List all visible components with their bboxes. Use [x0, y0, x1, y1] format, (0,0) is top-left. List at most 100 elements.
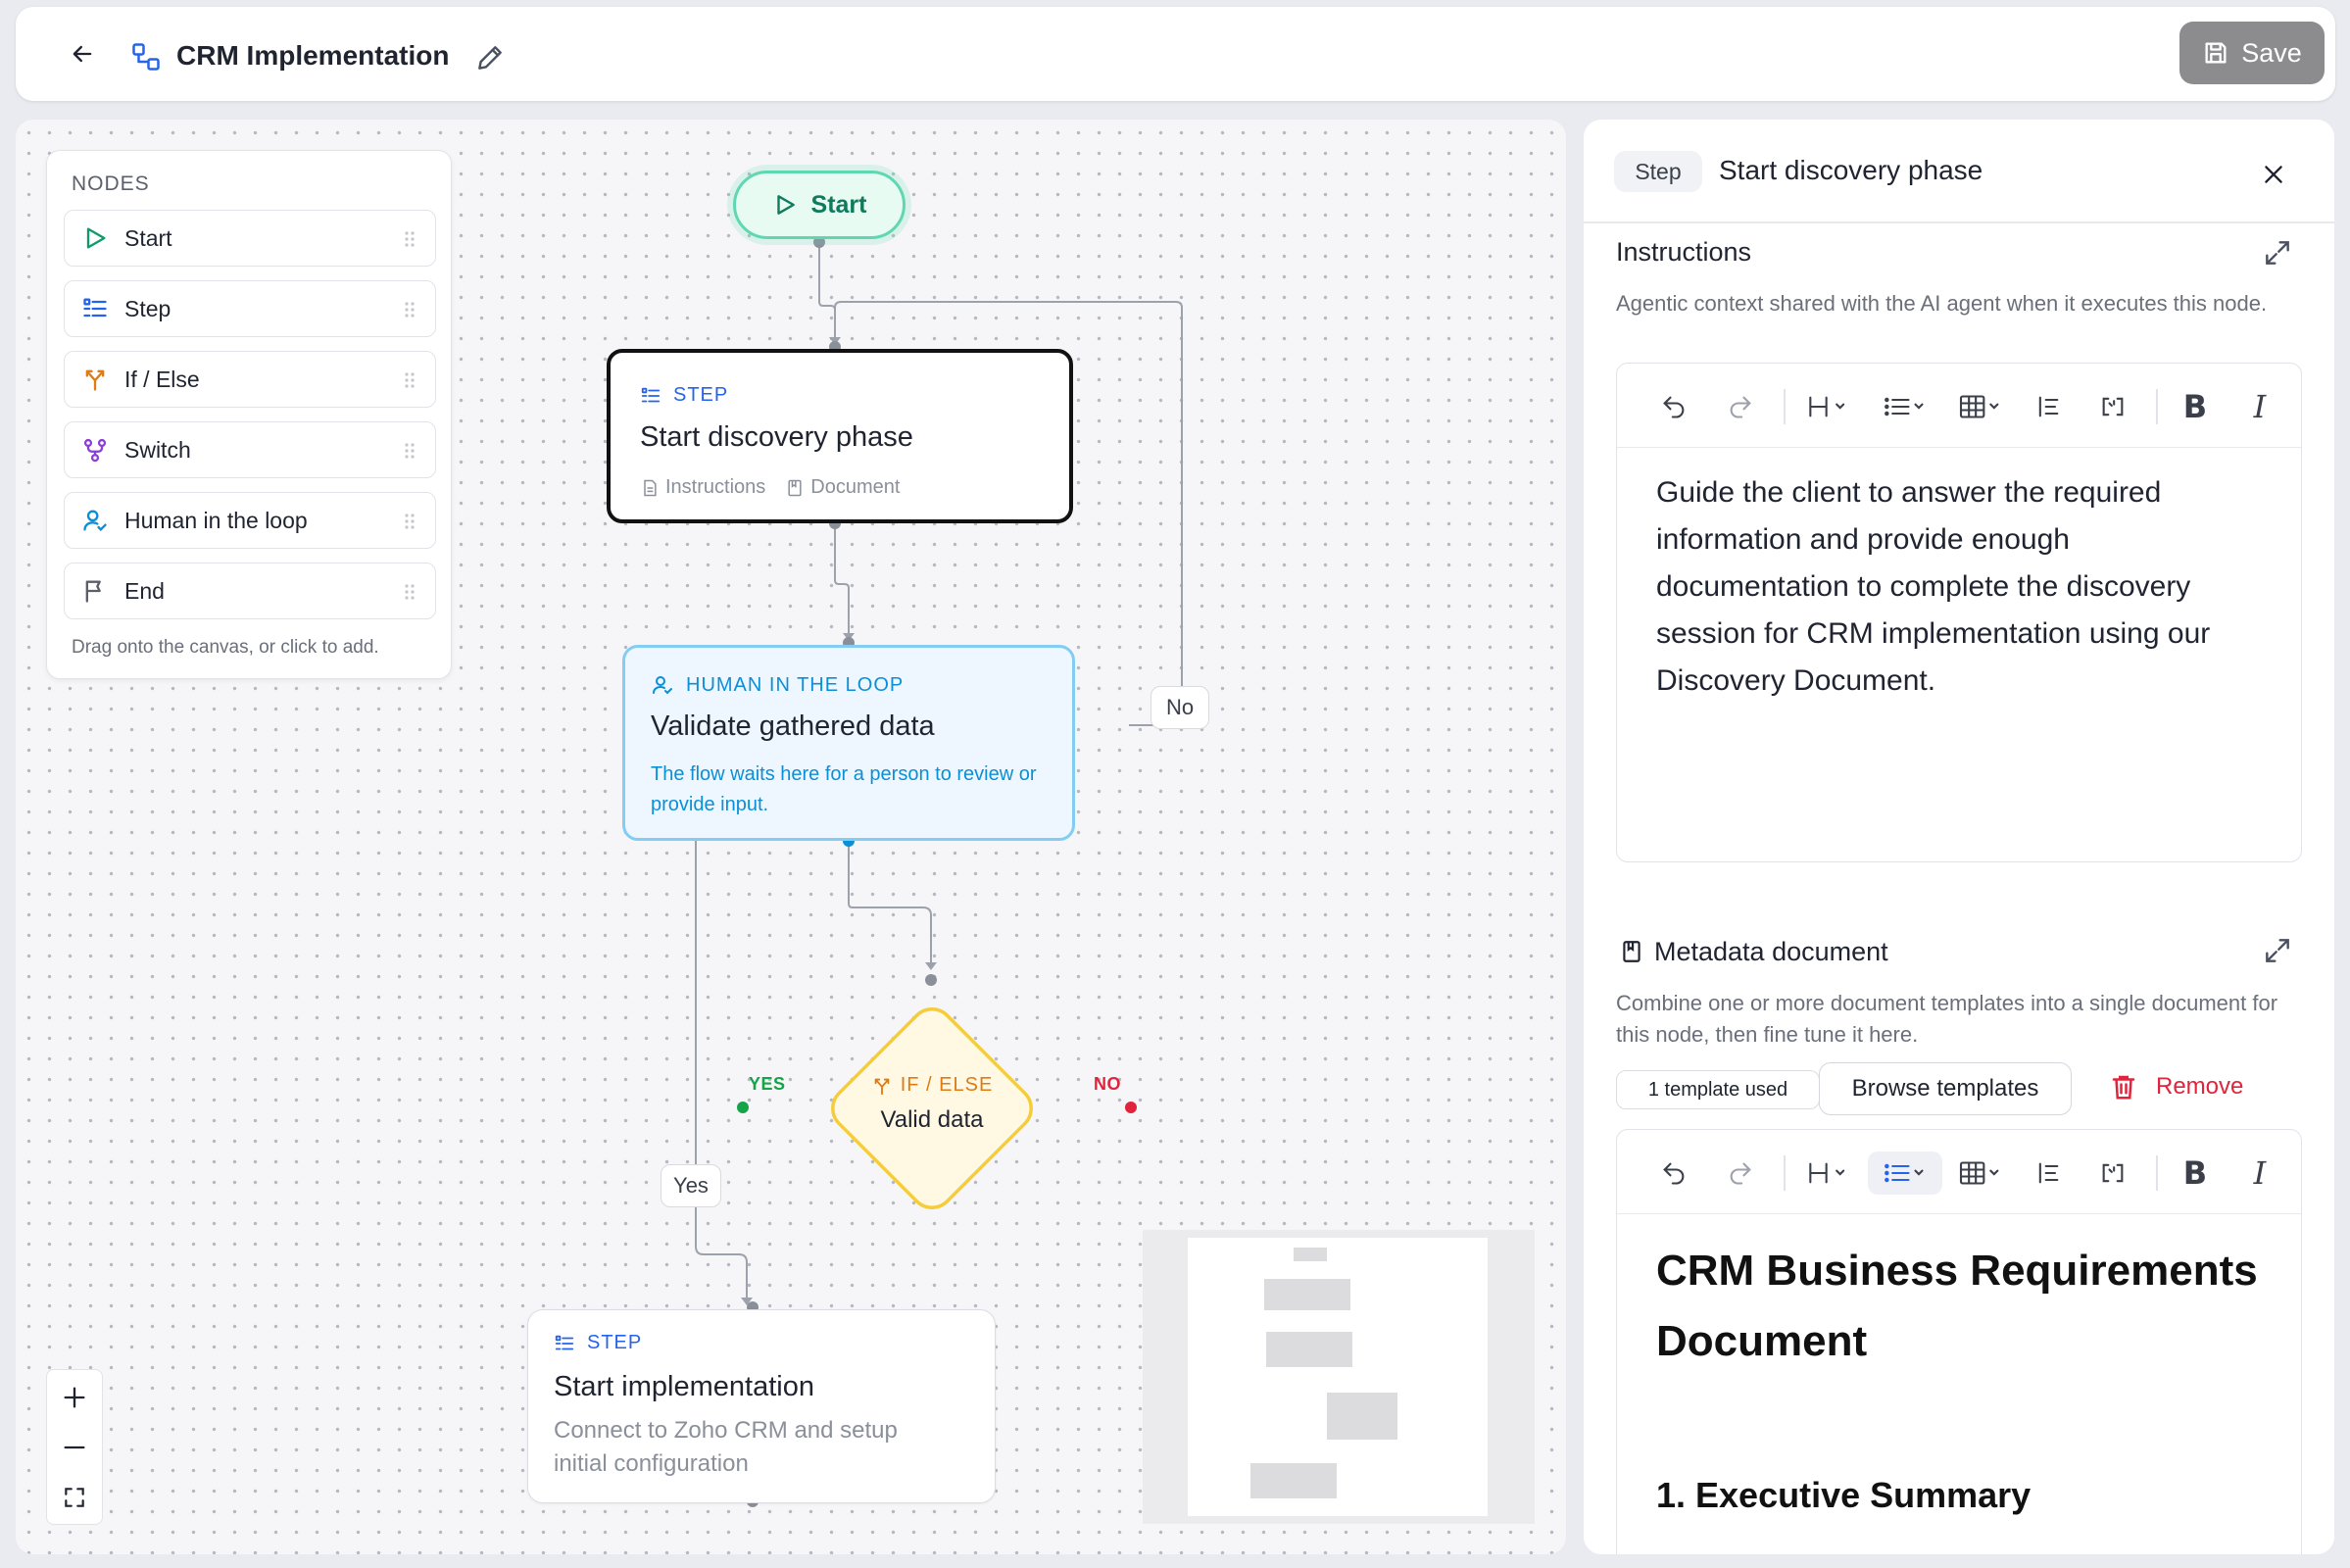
decision-node-content: IF / ELSE Valid data	[868, 1074, 996, 1134]
flag-icon	[85, 580, 101, 603]
minimap-node	[1266, 1332, 1352, 1367]
node-description: The flow waits here for a person to revi…	[651, 763, 1037, 815]
bold-button[interactable]: B	[2174, 1152, 2217, 1195]
toolbar-separator	[1784, 389, 1786, 424]
drag-handle-icon[interactable]	[404, 583, 416, 601]
drag-handle-icon[interactable]	[404, 513, 416, 530]
instructions-content[interactable]: Guide the client to answer the required …	[1656, 469, 2264, 705]
palette-item-label: End	[124, 577, 165, 604]
minimap-node	[1327, 1393, 1397, 1440]
palette-item-switch[interactable]: Switch	[64, 421, 436, 478]
minimap[interactable]	[1143, 1230, 1535, 1524]
step-node-discovery[interactable]: STEP Start discovery phase Instructions …	[607, 349, 1073, 523]
close-icon	[2265, 166, 2282, 183]
bullet-list-icon	[1885, 1163, 1924, 1183]
palette-item-if-else[interactable]: If / Else	[64, 351, 436, 408]
instructions-editor[interactable]: B I Guide the client to answer the requi…	[1616, 363, 2302, 862]
back-button[interactable]	[59, 30, 106, 77]
human-node-validate[interactable]: HUMAN IN THE LOOP Validate gathered data…	[622, 645, 1075, 841]
list-icon	[555, 1335, 574, 1349]
palette-item-human-in-the-loop[interactable]: Human in the loop	[64, 492, 436, 549]
switch-icon	[83, 438, 107, 463]
minimap-node	[1264, 1279, 1350, 1310]
palette-item-step[interactable]: Step	[64, 280, 436, 337]
italic-button[interactable]: I	[2238, 1152, 2281, 1195]
table-icon	[1959, 1161, 1999, 1185]
bold-icon: B	[2182, 1154, 2208, 1192]
blockquote-icon	[2038, 1162, 2059, 1184]
list-dropdown[interactable]	[1874, 385, 1936, 428]
zoom-in-button[interactable]	[47, 1372, 102, 1423]
palette-item-label: Step	[124, 295, 171, 321]
table-dropdown[interactable]	[1950, 1152, 2013, 1195]
edge-label-yes[interactable]: Yes	[661, 1164, 721, 1207]
editor-toolbar: B I	[1617, 1130, 2301, 1214]
undo-icon	[1663, 1162, 1685, 1185]
page-title: CRM Implementation	[176, 40, 450, 71]
bookmark-doc-icon	[1623, 941, 1640, 962]
toolbar-separator	[2156, 389, 2158, 424]
node-tag: IF / ELSE	[871, 1074, 994, 1097]
node-tag-label: STEP	[587, 1332, 643, 1353]
table-dropdown[interactable]	[1950, 385, 2013, 428]
heading-icon	[1809, 1162, 1845, 1184]
node-tag-label: IF / ELSE	[900, 1074, 994, 1096]
node-title: Start implementation	[554, 1371, 814, 1402]
step-node-implementation[interactable]: STEP Start implementation Connect to Zoh…	[527, 1309, 996, 1503]
editor-toolbar: B I	[1617, 364, 2301, 448]
node-title: Start discovery phase	[640, 421, 913, 453]
zoom-out-button[interactable]	[47, 1422, 102, 1473]
redo-button[interactable]	[1719, 385, 1762, 428]
properties-panel: Step Start discovery phase Instructions …	[1584, 120, 2334, 1554]
edge-label-no[interactable]: No	[1151, 686, 1209, 729]
edge-human-to-decision	[848, 841, 932, 968]
document-section-heading[interactable]: 1. Executive Summary	[1656, 1475, 2031, 1516]
italic-button[interactable]: I	[2238, 385, 2281, 428]
palette-item-start[interactable]: Start	[64, 210, 436, 267]
browse-templates-button[interactable]: Browse templates	[1819, 1062, 2072, 1115]
list-icon	[641, 387, 661, 402]
drag-handle-icon[interactable]	[404, 301, 416, 318]
expand-icon[interactable]	[2262, 237, 2293, 269]
start-node[interactable]: Start	[733, 171, 906, 239]
insert-field-button[interactable]	[2091, 385, 2134, 428]
undo-button[interactable]	[1652, 385, 1695, 428]
node-title: Valid data	[880, 1106, 984, 1133]
fit-view-button[interactable]	[47, 1472, 102, 1523]
list-dropdown-active[interactable]	[1868, 1152, 1942, 1195]
metadata-editor[interactable]: B I CRM Business Requirements Document 1…	[1616, 1129, 2302, 1554]
expand-icon[interactable]	[2262, 935, 2293, 966]
node-meta: Instructions Document	[640, 476, 900, 499]
heading-dropdown[interactable]	[1799, 1152, 1858, 1195]
play-icon	[86, 227, 106, 249]
blockquote-button[interactable]	[2027, 385, 2070, 428]
redo-button[interactable]	[1719, 1152, 1762, 1195]
minus-icon	[64, 1446, 85, 1449]
close-panel-button[interactable]	[2254, 155, 2293, 194]
flow-canvas[interactable]: NODES Start Step If / Else Switch Human …	[16, 120, 1566, 1554]
edit-pencil-icon[interactable]	[474, 42, 506, 74]
palette-item-label: Human in the loop	[124, 507, 308, 533]
yes-port-dot	[737, 1102, 749, 1113]
undo-button[interactable]	[1652, 1152, 1695, 1195]
node-tag: HUMAN IN THE LOOP	[651, 673, 904, 697]
document-title[interactable]: CRM Business Requirements Document	[1656, 1236, 2264, 1377]
palette-heading: NODES	[72, 172, 150, 195]
node-tag: STEP	[640, 384, 728, 407]
palette-item-end[interactable]: End	[64, 563, 436, 619]
branch-icon	[85, 369, 105, 391]
drag-handle-icon[interactable]	[404, 442, 416, 460]
remove-button[interactable]: Remove	[2109, 1072, 2243, 1102]
save-button[interactable]: Save	[2179, 22, 2325, 84]
workflow-icon	[132, 43, 160, 71]
blockquote-button[interactable]	[2027, 1152, 2070, 1195]
heading-dropdown[interactable]	[1799, 385, 1858, 428]
drag-handle-icon[interactable]	[404, 371, 416, 389]
bold-button[interactable]: B	[2174, 385, 2217, 428]
arrow-head	[925, 962, 937, 970]
plus-icon	[64, 1387, 85, 1408]
drag-handle-icon[interactable]	[404, 230, 416, 248]
arrow-left-icon	[73, 45, 92, 63]
insert-field-button[interactable]	[2091, 1152, 2134, 1195]
node-tag-label: STEP	[673, 384, 729, 406]
